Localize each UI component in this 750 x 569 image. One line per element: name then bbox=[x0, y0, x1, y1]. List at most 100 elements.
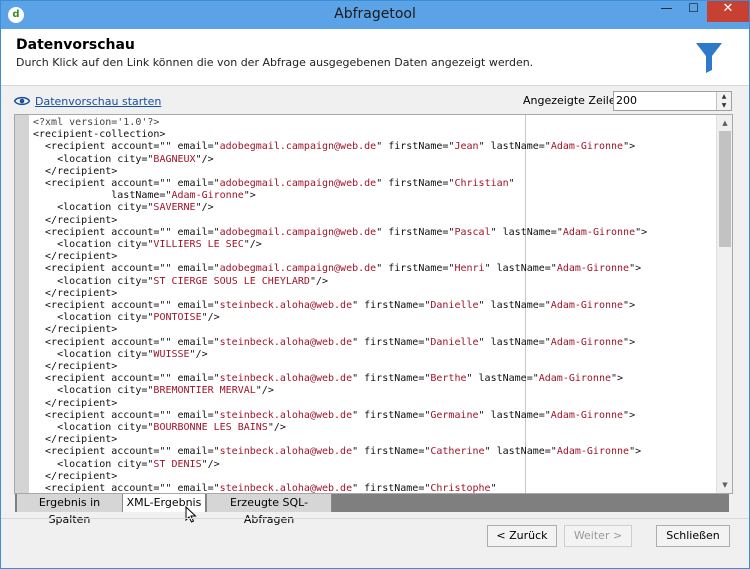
xml-attribute-value: steinbeck.aloha@web.de bbox=[219, 409, 353, 421]
xml-line: </recipient> bbox=[33, 166, 713, 178]
xml-line: <recipient account="" email="steinbeck.a… bbox=[33, 300, 713, 312]
xml-markup: "> bbox=[629, 263, 642, 275]
xml-attribute-value: steinbeck.aloha@web.de bbox=[219, 300, 353, 312]
xml-markup: <location city=" bbox=[33, 202, 154, 214]
xml-line: </recipient> bbox=[33, 251, 713, 263]
xml-markup: " firstName=" bbox=[352, 446, 431, 458]
xml-markup: " firstName=" bbox=[352, 409, 431, 421]
xml-markup: " firstName=" bbox=[376, 226, 455, 238]
spin-down-icon[interactable]: ▼ bbox=[716, 101, 731, 110]
scroll-thumb[interactable] bbox=[719, 131, 731, 247]
xml-markup: "> bbox=[635, 226, 648, 238]
xml-result-text[interactable]: <?xml version='1.0'?> <recipient-collecti… bbox=[33, 117, 713, 493]
xml-line: <location city="VILLIERS LE SEC"/> bbox=[33, 239, 713, 251]
title-bar[interactable]: d Abfragetool — ☐ ✕ bbox=[1, 1, 749, 29]
scroll-down-icon[interactable]: ▼ bbox=[717, 477, 732, 493]
xml-attribute-value: Adam-Gironne bbox=[550, 141, 624, 153]
spin-up-icon[interactable]: ▲ bbox=[716, 92, 731, 101]
xml-attribute-value: BAGNEUX bbox=[153, 153, 196, 165]
xml-markup: </recipient> bbox=[33, 397, 118, 409]
xml-line: <location city="ST DENIS"/> bbox=[33, 459, 713, 471]
xml-attribute-value: Berthe bbox=[430, 373, 467, 385]
xml-markup: "> bbox=[623, 300, 636, 312]
xml-line: <location city="BOURBONNE LES BAINS"/> bbox=[33, 422, 713, 434]
xml-attribute-value: Adam-Gironne bbox=[550, 409, 624, 421]
xml-line: <location city="ST CIERGE SOUS LE CHEYLA… bbox=[33, 276, 713, 288]
xml-attribute-value: BOURBONNE LES BAINS bbox=[153, 422, 268, 434]
close-window-button[interactable]: ✕ bbox=[707, 1, 749, 22]
xml-markup: " firstName=" bbox=[352, 373, 431, 385]
xml-attribute-value: adobegmail.campaign@web.de bbox=[219, 226, 377, 238]
xml-markup: " lastName=" bbox=[484, 263, 557, 275]
tab-columns-result[interactable]: Ergebnis in Spalten bbox=[17, 494, 123, 526]
xml-markup: <location city=" bbox=[33, 458, 154, 470]
xml-line: </recipient> bbox=[33, 324, 713, 336]
xml-line: <recipient account="" email="adobegmail.… bbox=[33, 178, 713, 190]
xml-markup: <recipient account="" email=" bbox=[33, 373, 220, 385]
scroll-up-icon[interactable]: ▲ bbox=[717, 115, 732, 131]
xml-line: <recipient account="" email="adobegmail.… bbox=[33, 141, 713, 153]
xml-line: </recipient> bbox=[33, 471, 713, 483]
xml-markup: <location city=" bbox=[33, 275, 154, 287]
xml-line: <location city="BAGNEUX"/> bbox=[33, 154, 713, 166]
xml-markup: "> bbox=[611, 373, 624, 385]
xml-editor[interactable]: <?xml version='1.0'?> <recipient-collecti… bbox=[14, 114, 733, 494]
xml-markup: <location city=" bbox=[33, 348, 154, 360]
tab-sql-queries[interactable]: Erzeugte SQL-Abfragen bbox=[206, 494, 332, 526]
xml-markup: " bbox=[490, 483, 497, 493]
xml-attribute-value: Christian bbox=[454, 178, 509, 190]
xml-markup: lastName=" bbox=[33, 190, 172, 202]
xml-line: <location city="WUISSE"/> bbox=[33, 349, 713, 361]
xml-attribute-value: steinbeck.aloha@web.de bbox=[219, 336, 353, 348]
close-button[interactable]: Schließen bbox=[656, 525, 730, 547]
xml-markup: <location city=" bbox=[33, 239, 154, 251]
xml-line: <location city="SAVERNE"/> bbox=[33, 202, 713, 214]
xml-markup: <recipient account="" email=" bbox=[33, 263, 220, 275]
xml-markup: <recipient-collection> bbox=[33, 129, 166, 141]
xml-markup: " firstName=" bbox=[376, 263, 455, 275]
xml-markup: "> bbox=[623, 141, 636, 153]
xml-markup: "/> bbox=[201, 458, 220, 470]
xml-line: <location city="BREMONTIER MERVAL"/> bbox=[33, 385, 713, 397]
back-button[interactable]: < Zurück bbox=[487, 525, 557, 547]
xml-attribute-value: Adam-Gironne bbox=[556, 446, 630, 458]
window-title: Abfragetool bbox=[334, 6, 416, 22]
start-preview-link[interactable]: Datenvorschau starten bbox=[14, 93, 161, 109]
rows-label: Angezeigte Zeilen: bbox=[523, 94, 627, 107]
xml-markup: " bbox=[508, 178, 515, 190]
xml-markup: " lastName=" bbox=[466, 373, 539, 385]
xml-markup: " lastName=" bbox=[490, 226, 563, 238]
xml-markup: "> bbox=[629, 446, 642, 458]
xml-markup: </recipient> bbox=[33, 251, 118, 263]
minimize-button[interactable]: — bbox=[653, 1, 680, 22]
xml-markup: "> bbox=[623, 336, 636, 348]
xml-markup: "/> bbox=[243, 239, 262, 251]
eye-icon bbox=[14, 96, 30, 106]
xml-line: <recipient account="" email="steinbeck.a… bbox=[33, 337, 713, 349]
xml-line: <recipient-collection> bbox=[33, 129, 713, 141]
xml-line: </recipient> bbox=[33, 434, 713, 446]
xml-markup: " lastName=" bbox=[478, 336, 551, 348]
xml-line: <recipient account="" email="adobegmail.… bbox=[33, 227, 713, 239]
xml-markup: <recipient account="" email=" bbox=[33, 141, 220, 153]
next-button[interactable]: Weiter > bbox=[564, 525, 632, 547]
funnel-icon bbox=[696, 43, 722, 73]
xml-attribute-value: Danielle bbox=[430, 300, 479, 312]
xml-markup: <location city=" bbox=[33, 153, 154, 165]
xml-attribute-value: Adam-Gironne bbox=[550, 300, 624, 312]
xml-attribute-value: steinbeck.aloha@web.de bbox=[219, 483, 353, 493]
maximize-button[interactable]: ☐ bbox=[680, 1, 707, 22]
rows-spinner[interactable]: ▲ ▼ bbox=[613, 91, 732, 111]
xml-markup: </recipient> bbox=[33, 470, 118, 482]
mouse-cursor-icon bbox=[185, 506, 197, 523]
rows-input[interactable] bbox=[616, 93, 711, 108]
xml-markup: "/> bbox=[309, 275, 329, 287]
xml-attribute-value: Henri bbox=[454, 263, 485, 275]
vertical-scrollbar[interactable]: ▲ ▼ bbox=[716, 115, 732, 493]
xml-attribute-value: Catherine bbox=[430, 446, 485, 458]
xml-markup: "> bbox=[243, 190, 256, 202]
xml-attribute-value: adobegmail.campaign@web.de bbox=[219, 178, 377, 190]
xml-markup: " firstName=" bbox=[376, 178, 455, 190]
xml-markup: "/> bbox=[255, 385, 274, 397]
query-tool-window: d Abfragetool — ☐ ✕ Datenvorschau Durch … bbox=[0, 0, 750, 569]
